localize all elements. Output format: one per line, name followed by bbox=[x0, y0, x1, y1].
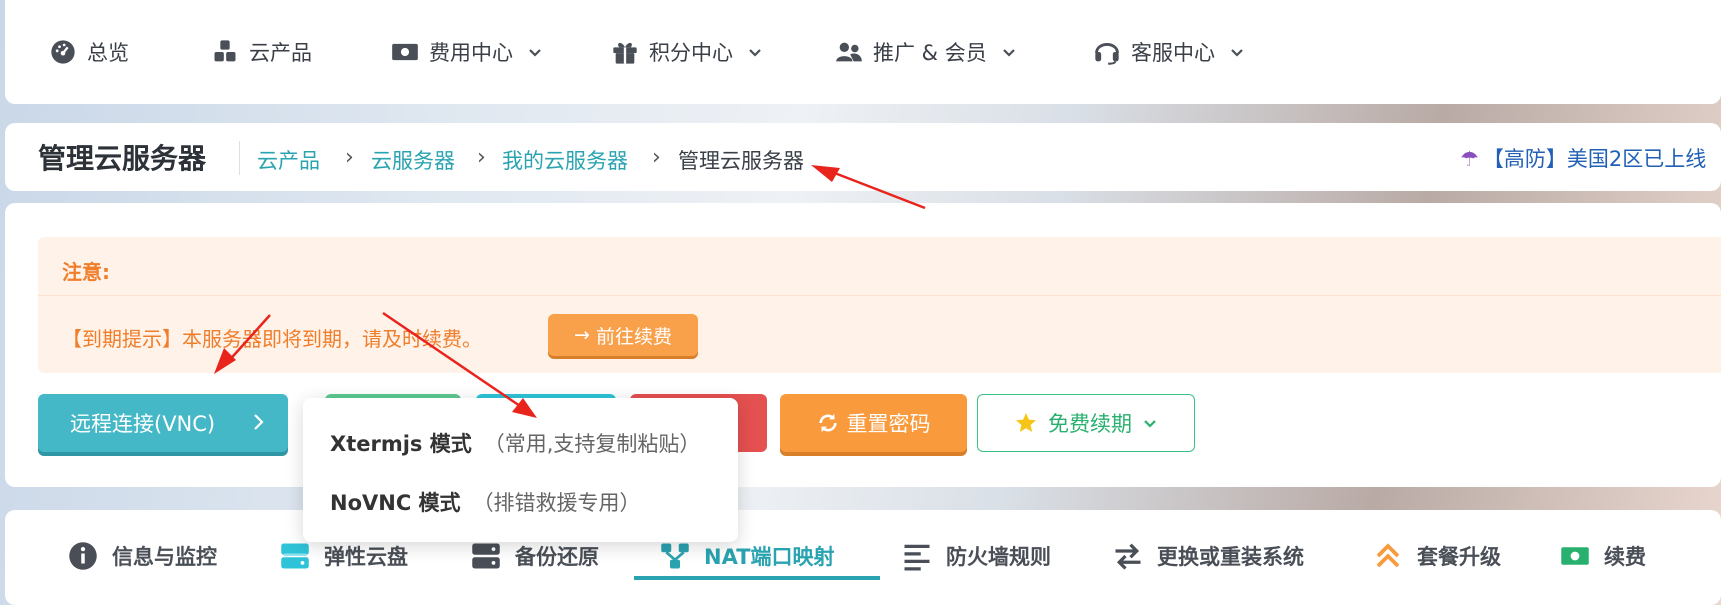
network-icon bbox=[661, 543, 689, 569]
hdd-icon bbox=[281, 543, 309, 569]
tab-elastic-disk[interactable]: 弹性云盘 bbox=[280, 536, 408, 576]
server-icon bbox=[472, 543, 500, 569]
nav-item-points[interactable]: 积分中心 bbox=[611, 36, 763, 68]
tab-label: 更换或重装系统 bbox=[1157, 545, 1304, 569]
umbrella-icon: ☂ bbox=[1460, 147, 1479, 171]
nav-label: 总览 bbox=[87, 41, 129, 65]
divider bbox=[239, 141, 240, 175]
page-title: 管理云服务器 bbox=[38, 142, 207, 175]
breadcrumb-bar: 管理云服务器 云产品 › 云服务器 › 我的云服务器 › 管理云服务器 ☂ 【高防… bbox=[5, 123, 1721, 191]
nav-label: 推广 & 会员 bbox=[873, 41, 987, 65]
top-navigation: 总览 云产品 费用中心 积分中心 推广 & 会员 客服中心 bbox=[5, 0, 1721, 104]
mode-hint: （常用,支持复制粘贴） bbox=[483, 432, 701, 456]
tab-label: 备份还原 bbox=[515, 545, 599, 569]
vnc-mode-dropdown: Xtermjs 模式 （常用,支持复制粘贴） NoVNC 模式 （排错救援专用） bbox=[303, 398, 738, 542]
chevron-down-icon bbox=[1144, 420, 1156, 428]
tab-label: 防火墙规则 bbox=[946, 545, 1051, 569]
users-icon bbox=[836, 42, 862, 62]
go-renew-button[interactable]: → 前往续费 bbox=[548, 314, 698, 356]
notice-title: 注意: bbox=[62, 260, 110, 284]
free-renewal-button[interactable]: 免费续期 bbox=[977, 394, 1195, 452]
nav-item-billing[interactable]: 费用中心 bbox=[391, 36, 543, 68]
nav-item-support[interactable]: 客服中心 bbox=[1093, 36, 1245, 68]
free-label: 免费续期 bbox=[1048, 412, 1132, 436]
tab-reinstall-system[interactable]: 更换或重装系统 bbox=[1113, 536, 1304, 576]
announcement-ticker[interactable]: ☂ 【高防】美国2区已上线 bbox=[1460, 143, 1706, 173]
tab-label: NAT端口映射 bbox=[704, 545, 835, 569]
star-icon bbox=[1016, 413, 1036, 432]
breadcrumb-link-cloud-servers[interactable]: 云服务器 bbox=[371, 145, 455, 175]
chevron-down-icon bbox=[1002, 49, 1015, 57]
tab-firewall-rules[interactable]: 防火墙规则 bbox=[902, 536, 1051, 576]
server-control-panel: 注意: 【到期提示】本服务器即将到期，请及时续费。 → 前往续费 远程连接(VN… bbox=[5, 203, 1721, 487]
active-tab-indicator bbox=[634, 576, 880, 580]
dashboard-icon bbox=[51, 40, 75, 64]
mode-name: Xtermjs 模式 bbox=[330, 432, 472, 456]
gift-icon bbox=[613, 42, 637, 64]
money-bill-icon bbox=[1561, 547, 1589, 565]
expiry-notice: 注意: 【到期提示】本服务器即将到期，请及时续费。 → 前往续费 bbox=[38, 237, 1721, 373]
nav-item-overview[interactable]: 总览 bbox=[49, 36, 129, 68]
vnc-label: 远程连接(VNC) bbox=[70, 412, 216, 436]
chevron-down-icon bbox=[529, 49, 541, 57]
double-chevron-up-icon bbox=[1376, 543, 1400, 568]
nav-label: 积分中心 bbox=[649, 41, 733, 65]
breadcrumb-separator: › bbox=[477, 145, 486, 170]
announcement-text: 【高防】美国2区已上线 bbox=[1482, 147, 1707, 171]
tab-label: 套餐升级 bbox=[1417, 545, 1501, 569]
nav-label: 云产品 bbox=[249, 41, 312, 65]
sync-icon bbox=[818, 413, 837, 433]
remote-connect-vnc-button[interactable]: 远程连接(VNC) bbox=[38, 394, 288, 452]
mode-name: NoVNC 模式 bbox=[330, 491, 461, 515]
server-tabs: 信息与监控 弹性云盘 备份还原 NAT端口映射 防火墙规则 更换或重装系统 套餐… bbox=[5, 510, 1721, 605]
info-icon bbox=[69, 542, 97, 570]
nav-label: 费用中心 bbox=[429, 41, 513, 65]
notice-message: 【到期提示】本服务器即将到期，请及时续费。 bbox=[62, 327, 482, 351]
exchange-icon bbox=[1115, 543, 1141, 570]
breadcrumb-link-my-servers[interactable]: 我的云服务器 bbox=[502, 145, 628, 175]
money-bill-icon bbox=[392, 43, 418, 61]
dropdown-item-xtermjs[interactable]: Xtermjs 模式 （常用,支持复制粘贴） bbox=[330, 428, 700, 458]
go-renew-label: 前往续费 bbox=[595, 325, 672, 348]
reset-password-button[interactable]: 重置密码 bbox=[780, 394, 967, 452]
breadcrumb-current: 管理云服务器 bbox=[678, 149, 804, 173]
align-left-icon bbox=[904, 544, 930, 571]
cubes-icon bbox=[214, 40, 236, 62]
tab-plan-upgrade[interactable]: 套餐升级 bbox=[1373, 536, 1501, 576]
chevron-right-icon bbox=[254, 414, 264, 430]
breadcrumb-separator: › bbox=[652, 145, 661, 170]
tab-label: 信息与监控 bbox=[112, 545, 217, 569]
nav-label: 客服中心 bbox=[1131, 41, 1215, 65]
headset-icon bbox=[1095, 43, 1119, 65]
nav-item-promotion[interactable]: 推广 & 会员 bbox=[835, 36, 1017, 68]
tab-renew[interactable]: 续费 bbox=[1560, 536, 1646, 576]
chevron-down-icon bbox=[1231, 49, 1243, 57]
nav-item-cloud-products[interactable]: 云产品 bbox=[211, 36, 312, 68]
mode-hint: （排错救援专用） bbox=[472, 491, 641, 515]
arrow-right-icon: → bbox=[574, 324, 590, 346]
tab-label: 弹性云盘 bbox=[324, 545, 408, 569]
breadcrumb-link-cloud-products[interactable]: 云产品 bbox=[257, 145, 320, 175]
tab-backup-restore[interactable]: 备份还原 bbox=[471, 536, 599, 576]
dropdown-item-novnc[interactable]: NoVNC 模式 （排错救援专用） bbox=[330, 487, 641, 517]
notice-divider bbox=[38, 295, 1721, 296]
breadcrumb-separator: › bbox=[345, 145, 354, 170]
reset-label: 重置密码 bbox=[846, 412, 931, 436]
tab-info-monitor[interactable]: 信息与监控 bbox=[68, 536, 217, 576]
tab-label: 续费 bbox=[1604, 545, 1646, 569]
chevron-down-icon bbox=[749, 49, 761, 57]
tab-nat-port-mapping[interactable]: NAT端口映射 bbox=[660, 536, 835, 576]
